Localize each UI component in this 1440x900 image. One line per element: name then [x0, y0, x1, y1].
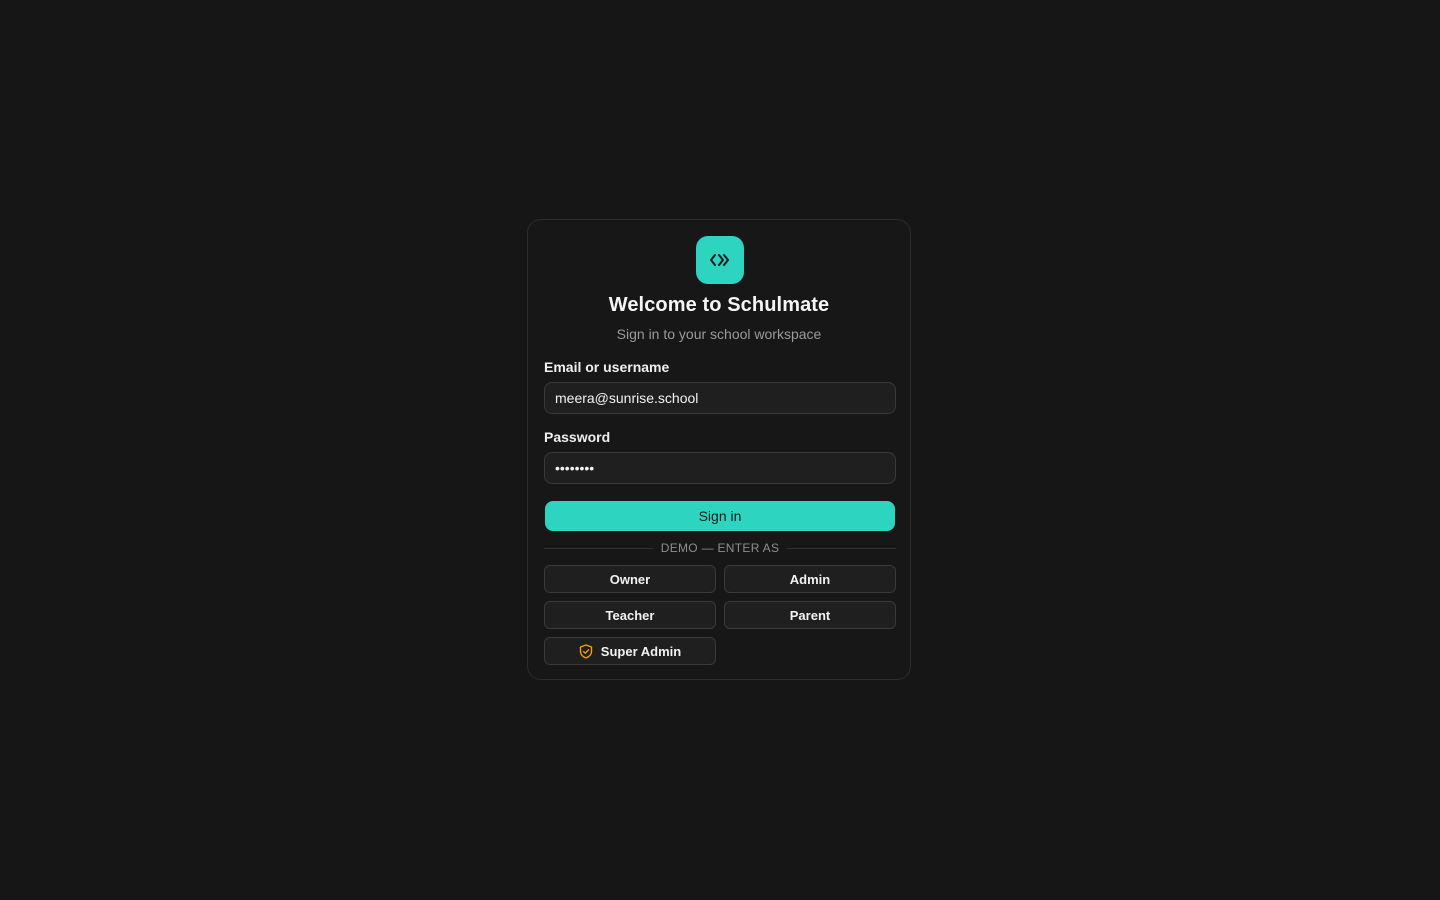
- login-card: Welcome to Schulmate Sign in to your sch…: [527, 219, 911, 680]
- demo-parent-label: Parent: [789, 607, 831, 623]
- demo-divider-label: DEMO — ENTER AS: [660, 541, 780, 555]
- demo-owner-button[interactable]: Owner: [544, 565, 716, 593]
- email-label: Email or username: [544, 359, 670, 375]
- password-label: Password: [544, 429, 611, 445]
- code-chevrons-icon: [710, 254, 729, 266]
- sign-in-button[interactable]: Sign in: [545, 501, 895, 531]
- demo-teacher-button[interactable]: Teacher: [544, 601, 716, 629]
- divider-line-right: [787, 547, 896, 549]
- demo-divider: DEMO — ENTER AS: [544, 540, 896, 556]
- page-title: Welcome to Schulmate: [608, 294, 830, 316]
- app-logo: [696, 236, 744, 284]
- demo-teacher-label: Teacher: [605, 607, 655, 623]
- page-subtitle: Sign in to your school workspace: [616, 326, 822, 342]
- demo-super-admin-button[interactable]: Super Admin: [544, 637, 716, 665]
- password-field[interactable]: [544, 452, 896, 484]
- demo-parent-button[interactable]: Parent: [724, 601, 896, 629]
- shield-check-icon: [579, 643, 592, 659]
- email-field[interactable]: [544, 382, 896, 414]
- divider-line-left: [544, 547, 653, 549]
- demo-admin-button[interactable]: Admin: [724, 565, 896, 593]
- demo-super-admin-label: Super Admin: [600, 643, 682, 659]
- demo-admin-label: Admin: [789, 571, 831, 587]
- demo-owner-label: Owner: [609, 571, 651, 587]
